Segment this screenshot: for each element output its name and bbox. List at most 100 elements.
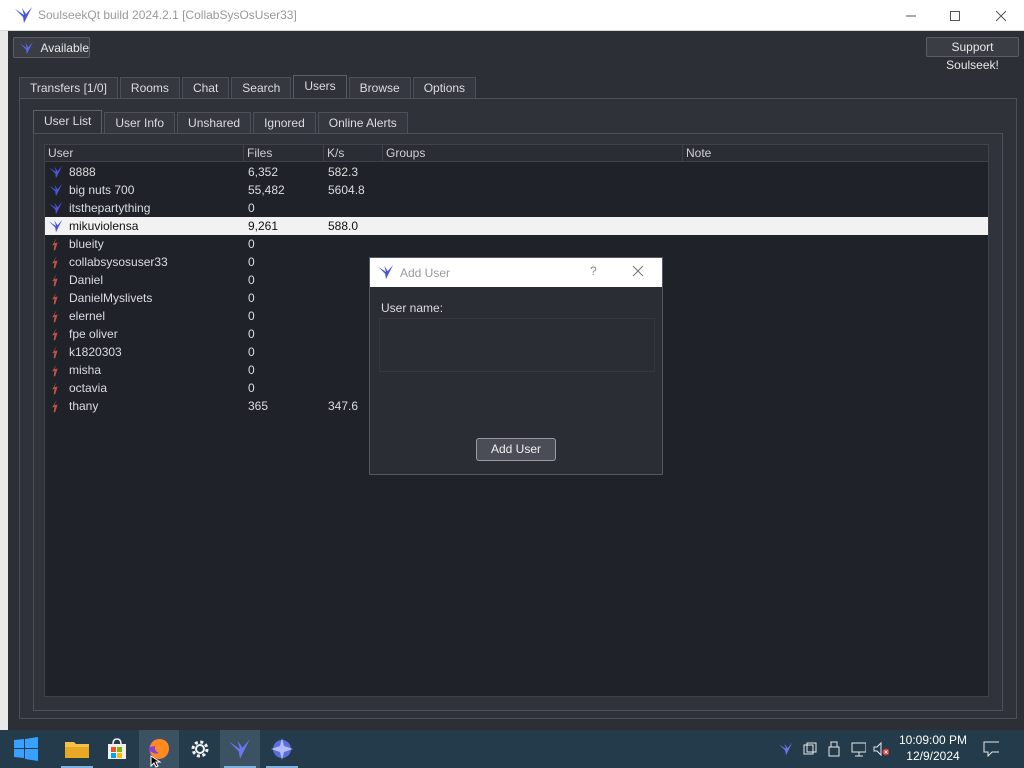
tab-users[interactable]: Users: [293, 75, 347, 98]
tab-options[interactable]: Options: [412, 77, 477, 98]
dialog-title: Add User: [400, 266, 451, 280]
soulseek-icon: [229, 739, 250, 759]
username-input[interactable]: [379, 318, 655, 372]
cell-user: mikuviolensa: [69, 219, 139, 233]
soulseek-taskbar-button[interactable]: [220, 730, 260, 768]
network-icon[interactable]: [850, 741, 866, 757]
cell-files: 365: [248, 399, 269, 413]
cell-speed: 582.3: [328, 165, 359, 179]
column-header-speed[interactable]: K/s: [324, 145, 383, 162]
cell-files: 0: [248, 291, 255, 305]
cell-files: 0: [248, 327, 255, 341]
online-user-icon: [49, 201, 63, 215]
minimize-icon: [906, 15, 916, 16]
cell-speed: 347.6: [328, 399, 359, 413]
soulseek-bird-icon: [378, 264, 394, 280]
users-sub-tab-bar: User List User Info Unshared Ignored Onl…: [33, 110, 410, 133]
cell-files: 55,482: [248, 183, 285, 197]
support-soulseek-button[interactable]: Support Soulseek!: [926, 37, 1019, 72]
notifications-icon[interactable]: [983, 741, 999, 757]
clock-date: 12/9/2024: [906, 749, 960, 763]
cell-user: fpe oliver: [69, 327, 118, 341]
tab-user-info[interactable]: User Info: [104, 112, 176, 133]
cell-user: octavia: [69, 381, 108, 395]
table-row[interactable]: big nuts 700 55,482 5604.8: [45, 181, 988, 199]
tab-browse[interactable]: Browse: [348, 77, 411, 98]
column-header-user[interactable]: User: [45, 145, 244, 162]
soulseek-bird-icon: [19, 41, 33, 54]
table-row[interactable]: 8888 6,352 582.3: [45, 163, 988, 181]
file-explorer-button[interactable]: [57, 730, 97, 768]
online-user-icon: [49, 165, 63, 179]
tab-search[interactable]: Search: [231, 77, 292, 98]
table-header: User Files K/s Groups Note: [45, 145, 988, 162]
clock-time: 10:09:00 PM: [898, 733, 968, 747]
offline-user-icon: [52, 273, 58, 287]
task-view-icon[interactable]: [802, 741, 818, 757]
column-header-groups[interactable]: Groups: [383, 145, 683, 162]
cell-files: 0: [248, 201, 255, 215]
cell-files: 9,261: [248, 219, 279, 233]
table-row[interactable]: blueity 0: [45, 235, 988, 253]
column-header-files[interactable]: Files: [244, 145, 324, 162]
cell-user: elernel: [69, 309, 106, 323]
online-user-icon: [49, 219, 63, 233]
online-user-icon: [49, 183, 63, 197]
main-tab-bar: Transfers [1/0] Rooms Chat Search Users …: [19, 75, 478, 98]
cell-user: k1820303: [69, 345, 122, 359]
taskbar-clock[interactable]: 10:09:00 PM 12/9/2024: [896, 732, 970, 764]
add-user-dialog: Add User ? User name: Add User: [369, 257, 663, 475]
tab-online-alerts[interactable]: Online Alerts: [317, 112, 408, 133]
column-header-note[interactable]: Note: [683, 145, 988, 162]
close-icon: [995, 10, 1007, 21]
cell-files: 6,352: [248, 165, 279, 179]
dialog-help-button[interactable]: ?: [590, 264, 597, 278]
cell-user: 8888: [69, 165, 96, 179]
soulseek-tray-icon[interactable]: [778, 741, 794, 757]
cell-files: 0: [248, 309, 255, 323]
tab-unshared[interactable]: Unshared: [177, 112, 252, 133]
window-title: SoulseekQt build 2024.2.1 [CollabSysOsUs…: [38, 8, 297, 22]
close-button[interactable]: [978, 0, 1024, 31]
offline-user-icon: [52, 345, 58, 359]
cell-speed: 588.0: [328, 219, 359, 233]
cell-speed: 5604.8: [328, 183, 365, 197]
desktop-edge: [0, 31, 8, 730]
dialog-close-icon[interactable]: [632, 265, 644, 277]
offline-user-icon: [52, 237, 58, 251]
usb-device-icon[interactable]: [826, 741, 842, 757]
cell-user: DanielMyslivets: [69, 291, 153, 305]
offline-user-icon: [52, 399, 58, 413]
windows-start-icon: [14, 737, 38, 761]
volume-muted-icon[interactable]: [873, 741, 889, 757]
globe-app-icon: [271, 738, 293, 760]
cell-user: big nuts 700: [69, 183, 135, 197]
offline-user-icon: [52, 255, 58, 269]
offline-user-icon: [52, 291, 58, 305]
tab-chat[interactable]: Chat: [181, 77, 230, 98]
globe-app-button[interactable]: [262, 730, 302, 768]
table-row[interactable]: mikuviolensa 9,261 588.0: [45, 217, 988, 235]
status-button[interactable]: Available: [13, 37, 90, 58]
store-button[interactable]: [97, 730, 137, 768]
tab-rooms[interactable]: Rooms: [119, 77, 180, 98]
settings-button[interactable]: [180, 730, 220, 768]
cell-user: Daniel: [69, 273, 104, 287]
table-row[interactable]: itsthepartything 0: [45, 199, 988, 217]
minimize-button[interactable]: [888, 0, 934, 31]
offline-user-icon: [52, 309, 58, 323]
tab-ignored[interactable]: Ignored: [253, 112, 316, 133]
cell-user: collabsysosuser33: [69, 255, 168, 269]
cell-files: 0: [248, 237, 255, 251]
add-user-button[interactable]: Add User: [476, 438, 556, 461]
offline-user-icon: [52, 363, 58, 377]
soulseek-bird-icon: [15, 7, 32, 23]
cell-user: itsthepartything: [69, 201, 151, 215]
tab-user-list[interactable]: User List: [33, 110, 103, 133]
offline-user-icon: [52, 381, 58, 395]
start-button[interactable]: [6, 730, 46, 768]
cell-user: misha: [69, 363, 102, 377]
maximize-button[interactable]: [932, 0, 978, 31]
cell-files: 0: [248, 273, 255, 287]
tab-transfers[interactable]: Transfers [1/0]: [19, 77, 118, 98]
